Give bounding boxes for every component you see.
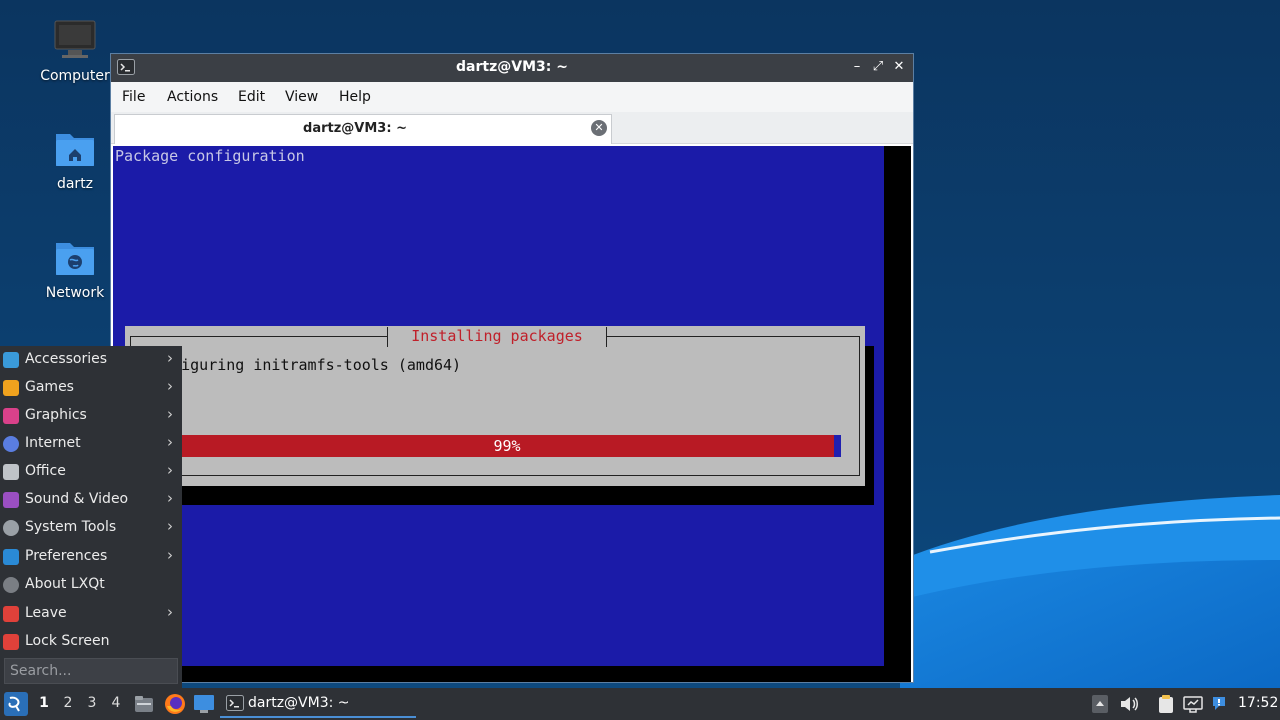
internet-icon [3, 436, 19, 452]
desktop-icon-computer[interactable]: Computer [35, 20, 115, 84]
terminal-icon [226, 695, 244, 711]
start-menu-item-label: Office [25, 463, 66, 479]
progress-bar: 99% [173, 435, 841, 457]
start-menu-item-label: Accessories [25, 351, 108, 367]
chevron-right-icon: › [167, 433, 173, 451]
terminal-output[interactable]: Package configuration Installing package… [113, 146, 911, 682]
start-menu-item-label: Internet [25, 435, 81, 451]
start-menu-item-sound-video[interactable]: Sound & Video › [0, 486, 182, 514]
search-input[interactable] [5, 659, 177, 683]
firefox-icon[interactable] [164, 693, 186, 715]
window-title: dartz@VM3: ~ [456, 59, 568, 75]
start-menu-icon[interactable] [4, 692, 28, 716]
start-menu-item-label: About LXQt [25, 576, 105, 592]
chevron-right-icon: › [167, 461, 173, 479]
installing-packages-dialog: Installing packages Configuring initramf… [125, 326, 865, 486]
dialog-title: Installing packages [411, 327, 583, 345]
start-menu-item-label: Graphics [25, 407, 87, 423]
tab-close-icon[interactable]: ✕ [591, 120, 607, 136]
home-folder-icon [56, 134, 94, 166]
workspace-4[interactable]: 4 [106, 695, 126, 715]
chevron-right-icon: › [167, 546, 173, 564]
start-menu-item-internet[interactable]: Internet › [0, 430, 182, 458]
desktop-icon-label: dartz [56, 176, 94, 192]
clock[interactable]: 17:52 [1238, 695, 1278, 711]
start-menu-item-office[interactable]: Office › [0, 458, 182, 486]
start-menu-item-accessories[interactable]: Accessories › [0, 346, 182, 374]
games-icon [3, 380, 19, 396]
chevron-right-icon: › [167, 377, 173, 395]
tab-bar: dartz@VM3: ~ ✕ [111, 112, 913, 144]
maximize-button[interactable]: ⤢ [869, 58, 887, 76]
menu-bar: File Actions Edit View Help [111, 82, 913, 112]
show-desktop-icon[interactable] [193, 694, 215, 714]
menu-help[interactable]: Help [339, 89, 371, 105]
start-menu-item-leave[interactable]: Leave › [0, 600, 182, 628]
desktop-icon-network[interactable]: Network [35, 237, 115, 301]
dialog-frame: Installing packages Configuring initramf… [130, 327, 860, 476]
notification-icon[interactable] [1209, 693, 1229, 713]
lock-icon [3, 634, 19, 650]
start-menu-item-label: System Tools [25, 519, 117, 535]
taskbar: 1 2 3 4 dartz@VM3: ~ 17:52 [0, 688, 1280, 720]
minimize-button[interactable]: – [848, 58, 866, 76]
sound-video-icon [3, 492, 19, 508]
chevron-right-icon: › [167, 517, 173, 535]
start-menu: Accessories › Games › Graphics › Internet › Offi… [0, 346, 182, 688]
computer-icon [54, 20, 96, 58]
workspace-1[interactable]: 1 [34, 695, 54, 715]
office-icon [3, 464, 19, 480]
clipboard-icon[interactable] [1156, 694, 1176, 714]
menu-file[interactable]: File [122, 89, 145, 105]
start-menu-search [4, 658, 178, 684]
workspace-2[interactable]: 2 [58, 695, 78, 715]
workspace-3[interactable]: 3 [82, 695, 102, 715]
tray-arrow-icon[interactable] [1091, 694, 1109, 714]
tab-label: dartz@VM3: ~ [303, 121, 407, 136]
dialog-title-box: Installing packages [387, 327, 607, 347]
terminal-tab[interactable]: dartz@VM3: ~ ✕ [114, 114, 612, 144]
debconf-screen: Package configuration Installing package… [113, 146, 884, 666]
graphics-icon [3, 408, 19, 424]
start-menu-item-label: Preferences [25, 548, 108, 564]
chevron-right-icon: › [167, 489, 173, 507]
menu-actions[interactable]: Actions [167, 89, 218, 105]
desktop-icon-label: Computer [40, 68, 110, 84]
power-icon [3, 606, 19, 622]
start-menu-item-games[interactable]: Games › [0, 374, 182, 402]
start-menu-item-label: Lock Screen [25, 633, 110, 649]
chevron-right-icon: › [167, 405, 173, 423]
accessories-icon [3, 352, 19, 368]
network-status-icon[interactable] [1183, 694, 1203, 714]
close-button[interactable]: ✕ [890, 58, 908, 76]
system-tools-icon [3, 520, 19, 536]
file-manager-icon[interactable] [134, 694, 154, 714]
start-menu-item-about-lxqt[interactable]: About LXQt [0, 571, 182, 599]
start-menu-item-system-tools[interactable]: System Tools › [0, 514, 182, 542]
preferences-icon [3, 549, 19, 565]
chevron-right-icon: › [167, 349, 173, 367]
terminal-window[interactable]: dartz@VM3: ~ – ⤢ ✕ File Actions Edit Vie… [110, 53, 914, 683]
start-menu-item-graphics[interactable]: Graphics › [0, 402, 182, 430]
volume-icon[interactable] [1119, 695, 1139, 713]
start-menu-item-preferences[interactable]: Preferences › [0, 543, 182, 571]
dialog-message: Configuring initramfs-tools (amd64) [145, 356, 462, 374]
package-configuration-heading: Package configuration [115, 147, 305, 165]
progress-percent: 99% [493, 437, 521, 455]
network-folder-icon [56, 243, 94, 275]
menu-edit[interactable]: Edit [238, 89, 265, 105]
menu-view[interactable]: View [285, 89, 318, 105]
desktop-icon-home[interactable]: dartz [35, 128, 115, 192]
taskbar-terminal-button[interactable]: dartz@VM3: ~ [220, 690, 416, 718]
task-label: dartz@VM3: ~ [248, 695, 350, 711]
desktop-icon-label: Network [45, 285, 105, 301]
start-menu-item-label: Games [25, 379, 74, 395]
info-icon [3, 577, 19, 593]
start-menu-item-label: Leave [25, 605, 67, 621]
start-menu-item-lock-screen[interactable]: Lock Screen [0, 628, 182, 656]
chevron-right-icon: › [167, 603, 173, 621]
window-titlebar[interactable]: dartz@VM3: ~ – ⤢ ✕ [111, 54, 913, 82]
start-menu-item-label: Sound & Video [25, 491, 129, 507]
